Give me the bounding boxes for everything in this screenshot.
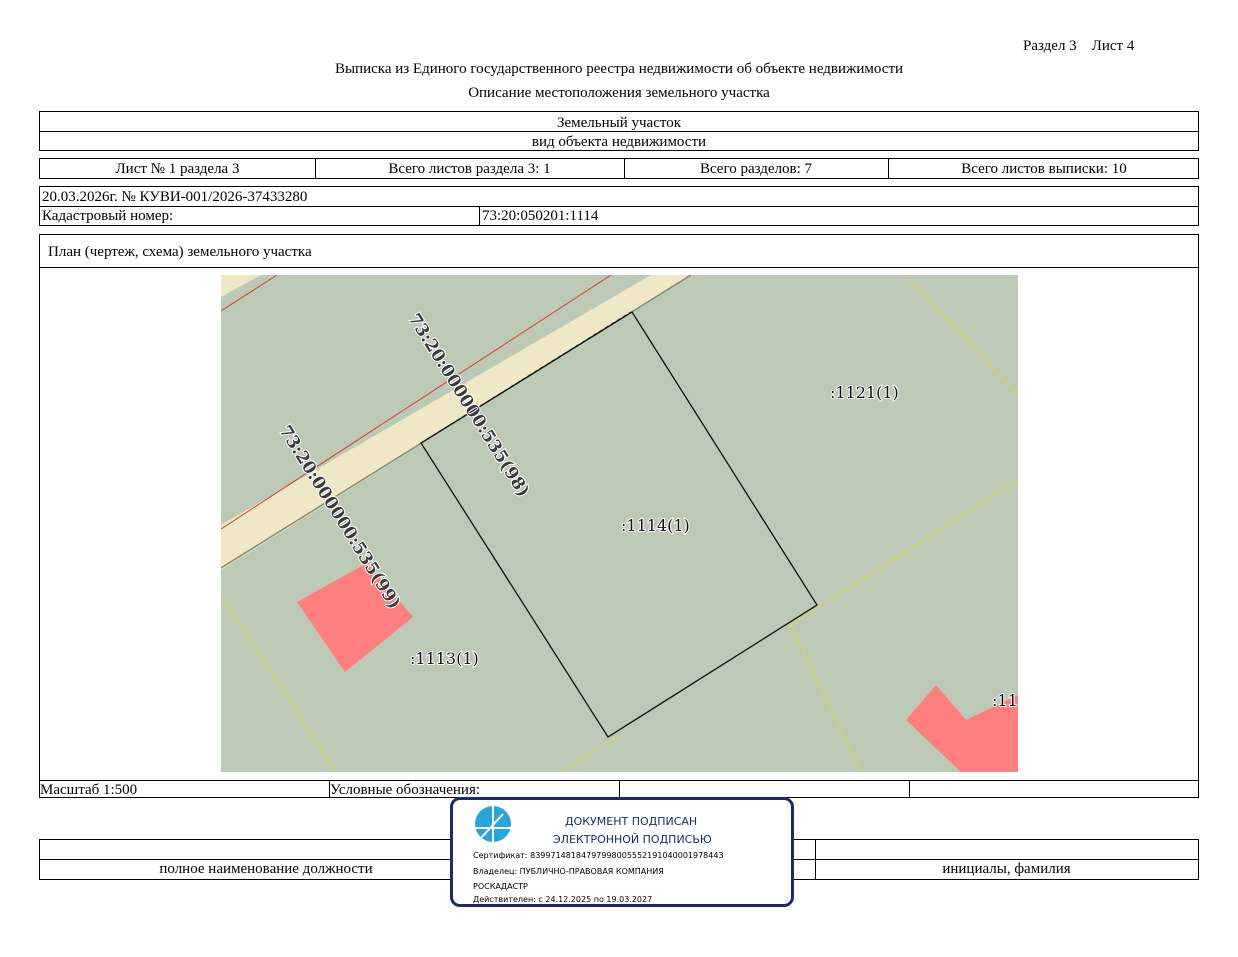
total-sheets-section: Всего листов раздела 3: 1 [388, 161, 551, 177]
stamp-line-2: ЭЛЕКТРОННОЙ ПОДПИСЬЮ [553, 833, 712, 846]
neighbor-boundary [560, 734, 622, 772]
stamp-line-1: ДОКУМЕНТ ПОДПИСАН [565, 815, 698, 828]
divider [40, 206, 1198, 207]
cadastral-label: Кадастровый номер: [42, 208, 174, 224]
cell-divider [619, 781, 620, 797]
name-caption: инициалы, фамилия [942, 861, 1071, 877]
stamp-certificate: Сертификат: 8399714818479799800555219104… [473, 851, 724, 860]
cell-divider [479, 206, 480, 225]
plan-heading-box: План (чертеж, схема) земельного участка [39, 234, 1199, 268]
plan-heading: План (чертеж, схема) земельного участка [48, 244, 312, 260]
e-signature-stamp: ДОКУМЕНТ ПОДПИСАН ЭЛЕКТРОННОЙ ПОДПИСЬЮ С… [450, 797, 794, 907]
total-sections: Всего разделов: 7 [699, 161, 813, 177]
position-caption: полное наименование должности [159, 861, 373, 877]
neighbor-boundary [905, 275, 1018, 396]
stamp-owner-2: РОСКАДАСТР [473, 882, 528, 891]
parcel-label-1121: :1121(1) [830, 383, 899, 402]
extract-date-number: 20.03.2026г. № КУВИ-001/2026-37433280 [42, 189, 308, 205]
cadastral-number: 73:20:050201:1114 [482, 208, 599, 224]
road-corner [221, 275, 261, 297]
divider [40, 131, 1198, 132]
sheet-number: Лист № 1 раздела 3 [115, 161, 240, 177]
map-drawing: 73:20:000000:535(98) 73:20:000000:535(99… [221, 275, 1018, 772]
sheet-info-row: Лист № 1 раздела 3 Всего листов раздела … [39, 158, 1199, 179]
section-sheet-label: Раздел 3 Лист 4 [1023, 38, 1135, 54]
scale-legend-row: Масштаб 1:500 Условные обозначения: [39, 780, 1199, 798]
document-title: Выписка из Единого государственного реес… [334, 61, 904, 77]
stamp-owner-1: Владелец: ПУБЛИЧНО-ПРАВОВАЯ КОМПАНИЯ [473, 867, 664, 876]
extract-info-box: 20.03.2026г. № КУВИ-001/2026-37433280 Ка… [39, 186, 1199, 226]
cell-divider [909, 781, 910, 797]
scale-label: Масштаб 1:500 [40, 782, 138, 798]
document-subtitle: Описание местоположения земельного участ… [468, 85, 770, 101]
object-type-caption: вид объекта недвижимости [531, 134, 707, 150]
rosreestr-logo-icon [475, 806, 511, 842]
stamp-validity: Действителен: с 24.12.2025 по 19.03.2027 [473, 895, 653, 904]
cadastral-map: 73:20:000000:535(98) 73:20:000000:535(99… [221, 275, 1018, 772]
total-sheets-extract: Всего листов выписки: 10 [961, 161, 1127, 177]
parcel-label-1114: :1114(1) [621, 516, 690, 535]
parcel-label-1113: :1113(1) [410, 649, 479, 668]
object-type: Земельный участок [556, 115, 682, 131]
parcel-label-partial: :11 [992, 691, 1018, 710]
object-type-box: Земельный участок вид объекта недвижимос… [39, 111, 1199, 151]
building [297, 563, 413, 672]
